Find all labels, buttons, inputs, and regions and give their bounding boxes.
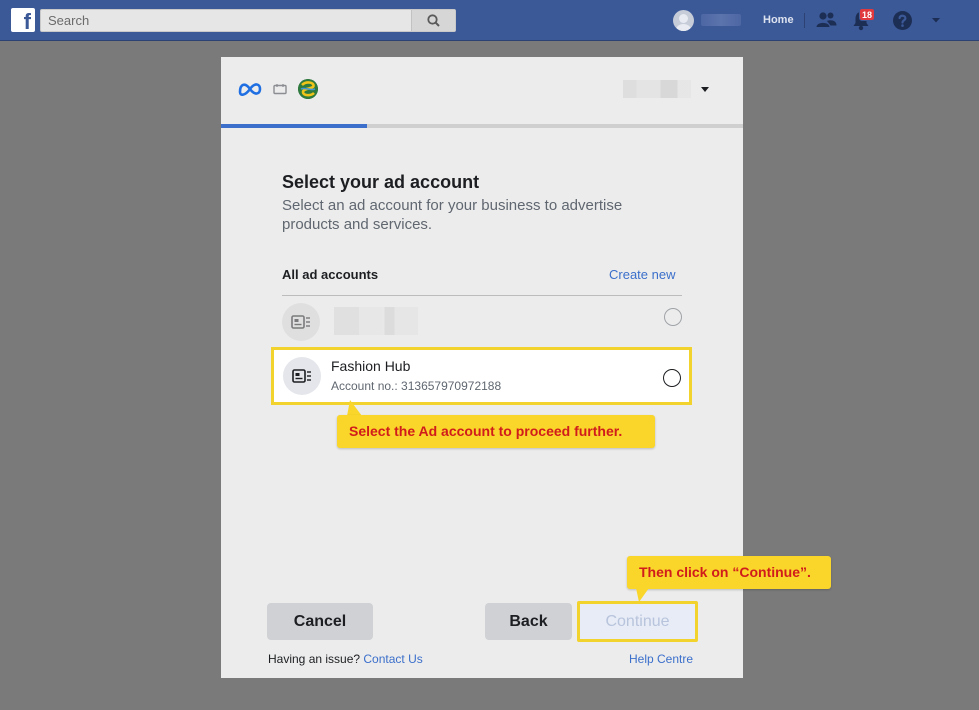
footer-issue-text: Having an issue? Contact Us: [268, 652, 423, 666]
dialog-title: Select your ad account: [282, 172, 480, 192]
ad-account-icon: [283, 357, 321, 395]
caret-down-icon[interactable]: [931, 17, 941, 24]
contact-us-link[interactable]: Contact Us: [363, 652, 422, 666]
profile-avatar[interactable]: [673, 10, 694, 31]
search-input[interactable]: [41, 10, 411, 31]
notification-badge: 18: [859, 8, 876, 21]
ad-account-row-fashion-hub[interactable]: Fashion Hub Account no.: 313657970972188: [271, 347, 692, 405]
meta-logo-icon: [238, 83, 262, 96]
back-button[interactable]: Back: [485, 603, 572, 640]
callout-pointer: [636, 588, 649, 602]
facebook-top-bar: f Home 18: [0, 0, 979, 41]
continue-button[interactable]: Continue: [577, 601, 698, 642]
dialog-header: [221, 57, 743, 125]
search-button[interactable]: [411, 10, 455, 31]
facebook-logo-icon[interactable]: f: [11, 8, 35, 32]
ad-account-number: Account no.: 313657970972188: [331, 379, 502, 393]
ad-account-radio[interactable]: [663, 369, 681, 387]
search-icon: [427, 14, 440, 27]
caret-down-icon[interactable]: [701, 87, 709, 92]
ad-account-name-obscured: [334, 307, 418, 335]
page-icon: [273, 84, 287, 95]
ad-account-radio[interactable]: [664, 308, 682, 326]
profile-name-obscured[interactable]: [701, 14, 741, 26]
create-new-link[interactable]: Create new: [609, 267, 675, 282]
search-box: [40, 9, 456, 32]
ad-account-name: Fashion Hub: [331, 358, 411, 374]
progress-bar: [221, 124, 743, 128]
friends-icon[interactable]: [816, 10, 837, 30]
section-label: All ad accounts: [282, 267, 379, 282]
account-switcher-obscured[interactable]: [623, 80, 691, 98]
divider: [282, 295, 682, 296]
cancel-button[interactable]: Cancel: [267, 603, 373, 640]
help-centre-link[interactable]: Help Centre: [629, 652, 693, 666]
progress-bar-fill: [221, 124, 368, 128]
home-link[interactable]: Home: [763, 14, 794, 26]
issue-label: Having an issue?: [268, 652, 364, 666]
brand-logo-icon: [298, 79, 318, 99]
instruction-callout-continue: Then click on “Continue”.: [627, 556, 831, 589]
instruction-callout-select: Select the Ad account to proceed further…: [337, 415, 655, 448]
nav-divider: [804, 13, 805, 28]
dialog-subtitle: Select an ad account for your business t…: [282, 197, 623, 233]
ad-account-icon: [282, 303, 320, 341]
ad-account-row-obscured[interactable]: [282, 301, 682, 343]
help-icon[interactable]: [892, 10, 913, 31]
callout-pointer: [347, 400, 362, 416]
